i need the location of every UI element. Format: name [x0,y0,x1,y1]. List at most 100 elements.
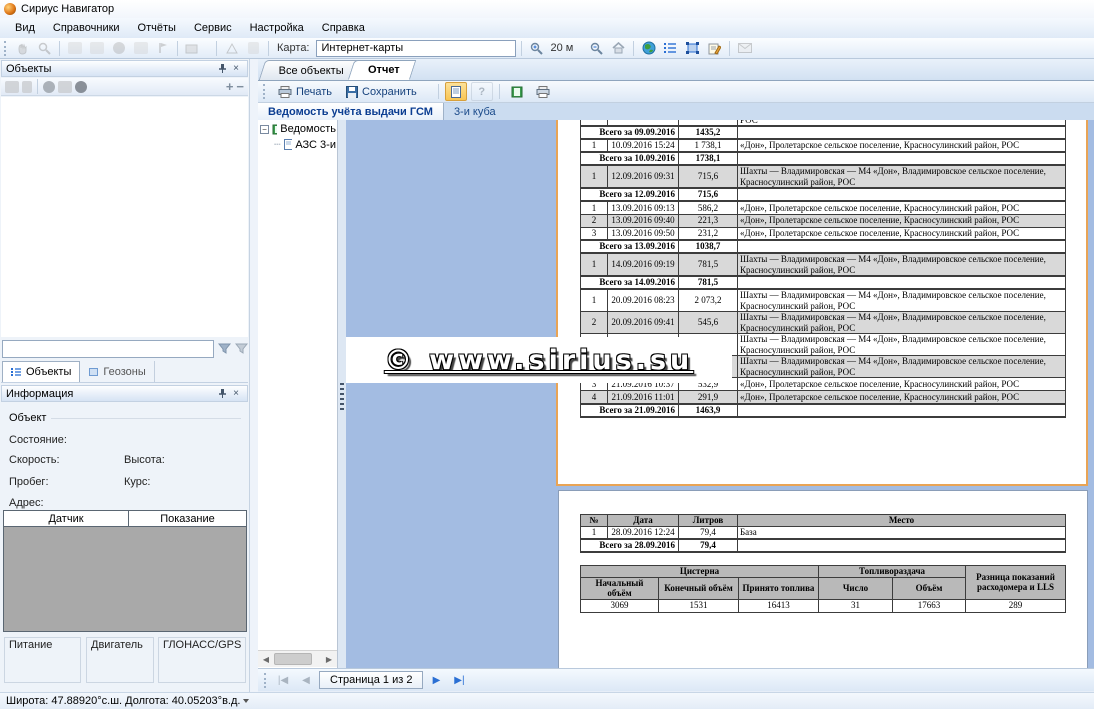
report-toolbar: Печать Сохранить ? [258,81,1094,103]
collapse-all-icon[interactable]: − [236,81,244,93]
course-label: Курс: [124,476,150,488]
report-notes-icon[interactable] [705,39,724,57]
toolbar-separator [521,41,522,56]
print-button[interactable]: Печать [273,85,337,99]
toggle-parameters-button[interactable] [445,82,467,101]
report-tree-pane: − Ведомость ┄ АЗС 3-и ◀ ▶ [258,120,338,668]
map-track-icon[interactable] [65,39,84,57]
object-group-label: Объект [9,412,46,424]
zoom-in-icon[interactable] [527,39,546,57]
tab-3i-kuba[interactable]: 3-и куба [444,103,506,120]
application-window: Сириус Навигатор Вид Справочники Отчёты … [0,0,1094,709]
menu-item-otchety[interactable]: Отчёты [129,20,185,36]
pin-icon[interactable] [215,387,229,400]
report-table-row: Всего за 12.09.2016715,6 [581,188,1066,201]
save-button[interactable]: Сохранить [341,85,422,99]
zoom-out-icon[interactable] [587,39,606,57]
home-view-icon[interactable] [609,39,628,57]
coordinates-text: Широта: 47.88920°с.ш. Долгота: 40.05203°… [6,695,240,707]
print-preview-button[interactable] [532,82,554,101]
table-row: 1 28.09.2016 12:24 79,4 База [581,526,1066,539]
book-icon [511,86,523,98]
toolbar-grip[interactable] [4,41,8,56]
objects-tree[interactable] [1,97,248,337]
book-view-button[interactable] [506,82,528,101]
polygon-zone-icon[interactable] [131,39,150,57]
toolbar-grip[interactable] [264,673,268,688]
tree-horizontal-scrollbar[interactable]: ◀ ▶ [258,650,337,667]
close-icon[interactable]: × [229,62,243,75]
expand-all-icon[interactable]: + [226,81,234,93]
page2-fuel-table: № Дата Литров Место 1 28.09.2016 12:24 7… [580,514,1066,553]
menu-item-spravka[interactable]: Справка [313,20,374,36]
report-table-row: Всего за 13.09.20161038,7 [581,240,1066,253]
marker-stamp-icon[interactable] [244,39,263,57]
collapse-node-icon[interactable]: − [260,125,269,134]
status-dropdown-caret[interactable] [243,699,249,703]
toolbar-separator [59,41,60,56]
help-button[interactable]: ? [471,82,493,101]
power-status-box: Питание [4,637,81,683]
tab-objects[interactable]: Объекты [2,361,80,382]
object-list-icon[interactable] [661,39,680,57]
printer-icon [536,86,550,98]
first-page-button[interactable]: |◀ [273,671,293,689]
sphere-icon[interactable] [75,81,87,93]
splitter-grip [340,383,344,413]
geozone-tool-icon[interactable] [683,39,702,57]
last-page-button[interactable]: ▶| [449,671,469,689]
glonass-label: ГЛОНАСС/GPS [163,639,241,651]
tab-report[interactable]: Отчет [348,60,416,80]
report-book-icon [272,124,277,135]
table-header-row: № Дата Литров Место [581,515,1066,527]
report-table-row: 112.09.2016 09:31715,6Шахты — Владимиров… [581,165,1066,188]
tab-all-objects[interactable]: Все объекты [259,60,360,80]
clear-filter-icon[interactable] [235,343,248,354]
tab-fuel-report[interactable]: Ведомость учёта выдачи ГСМ [258,103,444,120]
zoom-level-value[interactable]: 20 м [549,42,576,54]
tree-node-vedomost[interactable]: − Ведомость [260,123,336,135]
previous-page-button[interactable]: ◀ [296,671,316,689]
map-combobox[interactable]: Интернет-карты [316,40,516,57]
ruler-icon[interactable] [222,39,241,57]
object-filter-input[interactable] [2,340,214,358]
globe-map-icon[interactable] [639,39,658,57]
add-object-icon[interactable] [5,81,19,93]
vehicle-icon[interactable] [58,81,72,93]
scroll-left-icon[interactable]: ◀ [258,651,274,667]
page-icon [284,139,293,150]
circle-zone-icon[interactable] [109,39,128,57]
objects-toolbar: + − [1,78,248,96]
window-title: Сириус Навигатор [21,3,114,15]
scrollbar-thumb[interactable] [274,653,312,665]
toolbar-separator [268,41,269,56]
tab-geozones[interactable]: Геозоны [80,361,154,382]
show-on-map-icon[interactable] [43,81,55,93]
message-envelope-icon[interactable] [735,39,754,57]
mileage-label: Пробег: [9,476,49,488]
filter-icon[interactable] [218,343,231,354]
scroll-right-icon[interactable]: ▶ [321,651,337,667]
zoom-select-icon[interactable] [35,39,54,57]
document-view[interactable]: РОСВсего за 09.09.20161435,2110.09.2016 … [346,120,1094,668]
engine-status-box: Двигатель [86,637,154,683]
report-splitter[interactable] [338,120,346,668]
flag-icon[interactable] [153,39,172,57]
report-table-row: 220.09.2016 09:41545,6Шахты — Владимиров… [581,312,1066,334]
report-table-row: Всего за 21.09.20161463,9 [581,404,1066,417]
pin-icon[interactable] [215,62,229,75]
menu-item-spravochniki[interactable]: Справочники [44,20,129,36]
menu-item-vid[interactable]: Вид [6,20,44,36]
tree-node-azs[interactable]: ┄ АЗС 3-и [274,138,336,151]
object-filter-row [2,338,248,359]
pan-hand-icon[interactable] [13,39,32,57]
menu-item-servis[interactable]: Сервис [185,20,241,36]
close-icon[interactable]: × [229,387,243,400]
map-edit-icon[interactable] [87,39,106,57]
toolbar-grip[interactable] [263,84,267,99]
report-table-row: Всего за 14.09.2016781,5 [581,276,1066,289]
link-objects-icon[interactable] [22,81,32,93]
menu-item-nastroyka[interactable]: Настройка [241,20,313,36]
next-page-button[interactable]: ▶ [426,671,446,689]
layers-folder-icon[interactable] [183,39,202,57]
